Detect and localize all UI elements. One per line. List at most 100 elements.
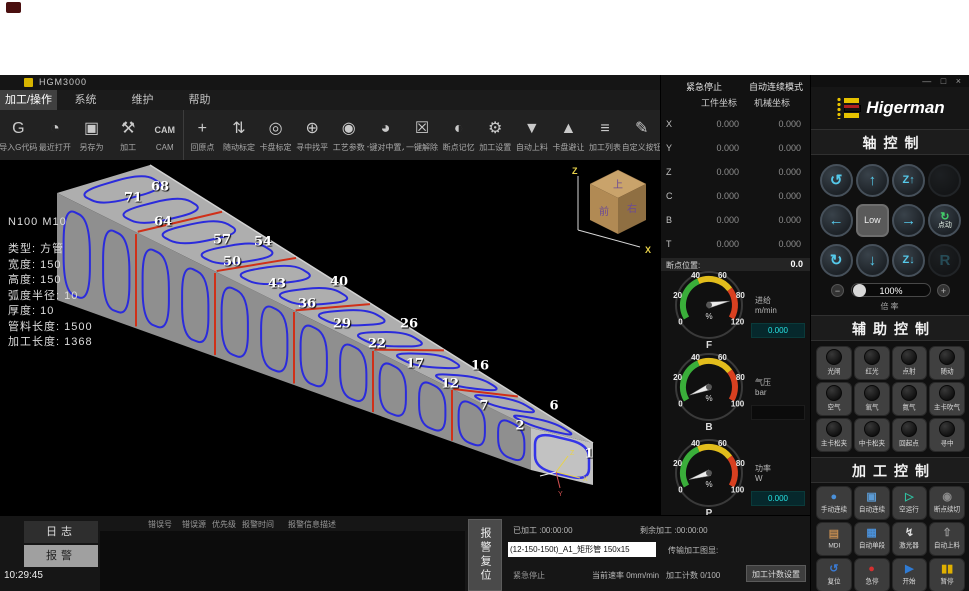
toolbar-item-one-key-release[interactable]: ☒一键解除 xyxy=(404,110,441,160)
jog-y-plus-icon: ↑ xyxy=(869,172,877,189)
override-plus-button[interactable]: + xyxy=(937,284,950,297)
aux-button-main-chuck-blow[interactable]: 主卡吹气 xyxy=(929,382,965,416)
jog-c-plus-icon: ↺ xyxy=(830,171,843,189)
override-minus-button[interactable]: − xyxy=(831,284,844,297)
svg-text:右: 右 xyxy=(627,202,637,215)
aux-control-header: 辅助控制 xyxy=(811,315,969,341)
one-key-release-icon: ☒ xyxy=(415,117,429,141)
jog-low-mode[interactable]: Low xyxy=(856,204,889,237)
breakpoint-memory-icon: ◐ xyxy=(454,117,464,141)
aux-button-spot-shot[interactable]: 点射 xyxy=(892,346,928,380)
jog-c-plus[interactable]: ↺ xyxy=(820,164,853,197)
coordinate-panel: 紧急停止 自动连续模式 工件坐标 机械坐标 X0.0000.000Y0.0000… xyxy=(660,75,810,515)
toolbar-item-chuck-calibration[interactable]: ◎卡盘标定 xyxy=(257,110,294,160)
centering-lamp-icon xyxy=(939,421,955,437)
axis-row-Z: Z0.0000.000 xyxy=(661,161,811,185)
toolbar-item-custom-button[interactable]: ✎自定义按钮 xyxy=(623,110,660,160)
pressure-gauge-dial: 020406080100%B xyxy=(669,349,757,433)
override-label: 倍率 xyxy=(811,301,969,312)
aux-button-nitrogen[interactable]: 氮气 xyxy=(892,382,928,416)
toolbar-item-machining-settings[interactable]: ⚙加工设置 xyxy=(477,110,514,160)
toolbar-item-cam[interactable]: CAMCAM xyxy=(146,110,183,160)
manual-continuous-icon: ● xyxy=(831,491,838,503)
aux-button-follow[interactable]: 随动 xyxy=(929,346,965,380)
jog-y-plus[interactable]: ↑ xyxy=(856,164,889,197)
process-button-reset[interactable]: ↺复位 xyxy=(816,558,852,591)
current-file-field[interactable]: (12-150-150t)_A1_矩形管 150x15 xyxy=(508,542,656,557)
auto-loading-icon: ⇧ xyxy=(943,527,952,539)
process-button-auto-loading[interactable]: ⇧自动上料 xyxy=(929,522,965,556)
aux-button-main-chuck-clamp[interactable]: 主卡松夹 xyxy=(816,418,852,452)
process-button-breakpoint-resume[interactable]: ◉断点续切 xyxy=(929,486,965,520)
aux-button-mid-chuck-clamp[interactable]: 中卡松夹 xyxy=(854,418,890,452)
count-settings-button[interactable]: 加工计数设置 xyxy=(746,565,806,582)
3d-viewport[interactable]: 上前右ZXZXY N100 M10 类型: 方管宽度: 150高度: 150弧度… xyxy=(0,160,660,515)
svg-text:80: 80 xyxy=(736,459,745,468)
process-button-auto-single-block[interactable]: ▦自动单段 xyxy=(854,522,890,556)
machined-time: 已加工 :00:00:00 xyxy=(513,525,573,536)
toolbar-item-chuck-avoidance[interactable]: ▲卡盘避让 xyxy=(550,110,587,160)
toolbar-item-breakpoint-memory[interactable]: ◐断点记忆 xyxy=(440,110,477,160)
jog-y-minus-icon: ↓ xyxy=(869,252,877,269)
jog-x-plus[interactable]: → xyxy=(892,204,925,237)
aux-button-centering[interactable]: 寻中 xyxy=(929,418,965,452)
jog-aux-top[interactable] xyxy=(928,164,961,197)
override-slider[interactable]: 100% xyxy=(851,283,931,297)
estop-icon: ● xyxy=(868,563,875,575)
aux-button-return-start[interactable]: 回起点 xyxy=(892,418,928,452)
toolbar-item-one-key-centering[interactable]: ◕一键对中置入 xyxy=(367,110,404,160)
toolbar-item-save-as[interactable]: ▣另存为 xyxy=(73,110,110,160)
custom-button-icon: ✎ xyxy=(635,117,648,141)
alarm-list[interactable] xyxy=(100,531,465,591)
toolbar-item-import-gcode[interactable]: G导入G代码 xyxy=(0,110,37,160)
aux-button-oxygen[interactable]: 氧气 xyxy=(854,382,890,416)
process-button-laser[interactable]: ↯激光器 xyxy=(892,522,928,556)
aux-button-shutter[interactable]: 光闸 xyxy=(816,346,852,380)
menu-tab-help[interactable]: 帮助 xyxy=(171,90,228,110)
dry-run-icon: ▷ xyxy=(905,491,913,503)
jog-z-minus[interactable]: Z↓ xyxy=(892,244,925,277)
process-button-pause[interactable]: ▮▮暂停 xyxy=(929,558,965,591)
toolbar-item-centering-leveling[interactable]: ⊕寻中找平 xyxy=(294,110,331,160)
override-slider-thumb[interactable] xyxy=(853,284,866,297)
breakpoint-memory-label: 断点记忆 xyxy=(443,142,475,153)
toolbar-item-auto-loading[interactable]: ▼自动上料 xyxy=(514,110,551,160)
aux-button-air[interactable]: 空气 xyxy=(816,382,852,416)
contour-number-12: 12 xyxy=(441,377,459,392)
jog-step-mode[interactable]: ↻点动 xyxy=(928,204,961,237)
pressure-gauge-label: 气压 xyxy=(755,377,771,388)
menu-tab-system[interactable]: 系统 xyxy=(57,90,114,110)
process-button-dry-run[interactable]: ▷空运行 xyxy=(892,486,928,520)
menu-tab-maintenance[interactable]: 维护 xyxy=(114,90,171,110)
process-button-auto-continuous[interactable]: ▣自动连续 xyxy=(854,486,890,520)
jog-y-minus[interactable]: ↓ xyxy=(856,244,889,277)
alarm-reset-button[interactable]: 报警复位 xyxy=(468,519,502,591)
toolbar-item-machining-list[interactable]: ≡加工列表 xyxy=(587,110,624,160)
jog-aux-bottom[interactable]: R xyxy=(928,244,961,277)
toolbar-item-process-params[interactable]: ◉工艺参数 xyxy=(330,110,367,160)
toolbar-item-recent-open[interactable]: ◔最近打开 xyxy=(37,110,74,160)
minimize-button[interactable]: — xyxy=(922,76,931,86)
toolbar-item-follow-calibration[interactable]: ⇅随动标定 xyxy=(221,110,258,160)
jog-z-plus[interactable]: Z↑ xyxy=(892,164,925,197)
aux-button-red-light[interactable]: 红光 xyxy=(854,346,890,380)
main-chuck-blow-label: 主卡吹气 xyxy=(934,403,960,412)
process-button-mdi[interactable]: ▤MDI xyxy=(816,522,852,556)
svg-text:120: 120 xyxy=(731,318,745,327)
toolbar-item-machining[interactable]: ⚒加工 xyxy=(110,110,147,160)
menu-tab-machining-operation[interactable]: 加工/操作 xyxy=(0,90,57,110)
tab-alarm[interactable]: 报警 xyxy=(24,545,98,567)
pause-icon: ▮▮ xyxy=(941,563,953,575)
toolbar-item-home-origin[interactable]: +回原点 xyxy=(183,110,221,160)
mid-chuck-clamp-label: 中卡松夹 xyxy=(859,439,885,448)
feed-gauge-label: 进给 xyxy=(755,295,771,306)
process-button-start[interactable]: ▶开始 xyxy=(892,558,928,591)
process-button-manual-continuous[interactable]: ●手动连续 xyxy=(816,486,852,520)
jog-c-minus[interactable]: ↻ xyxy=(820,244,853,277)
reset-label: 复位 xyxy=(827,577,840,586)
close-button[interactable]: × xyxy=(956,76,961,86)
process-button-estop[interactable]: ●急停 xyxy=(854,558,890,591)
maximize-button[interactable]: □ xyxy=(941,76,946,86)
jog-x-minus[interactable]: ← xyxy=(820,204,853,237)
chuck-calibration-icon: ◎ xyxy=(269,117,283,141)
